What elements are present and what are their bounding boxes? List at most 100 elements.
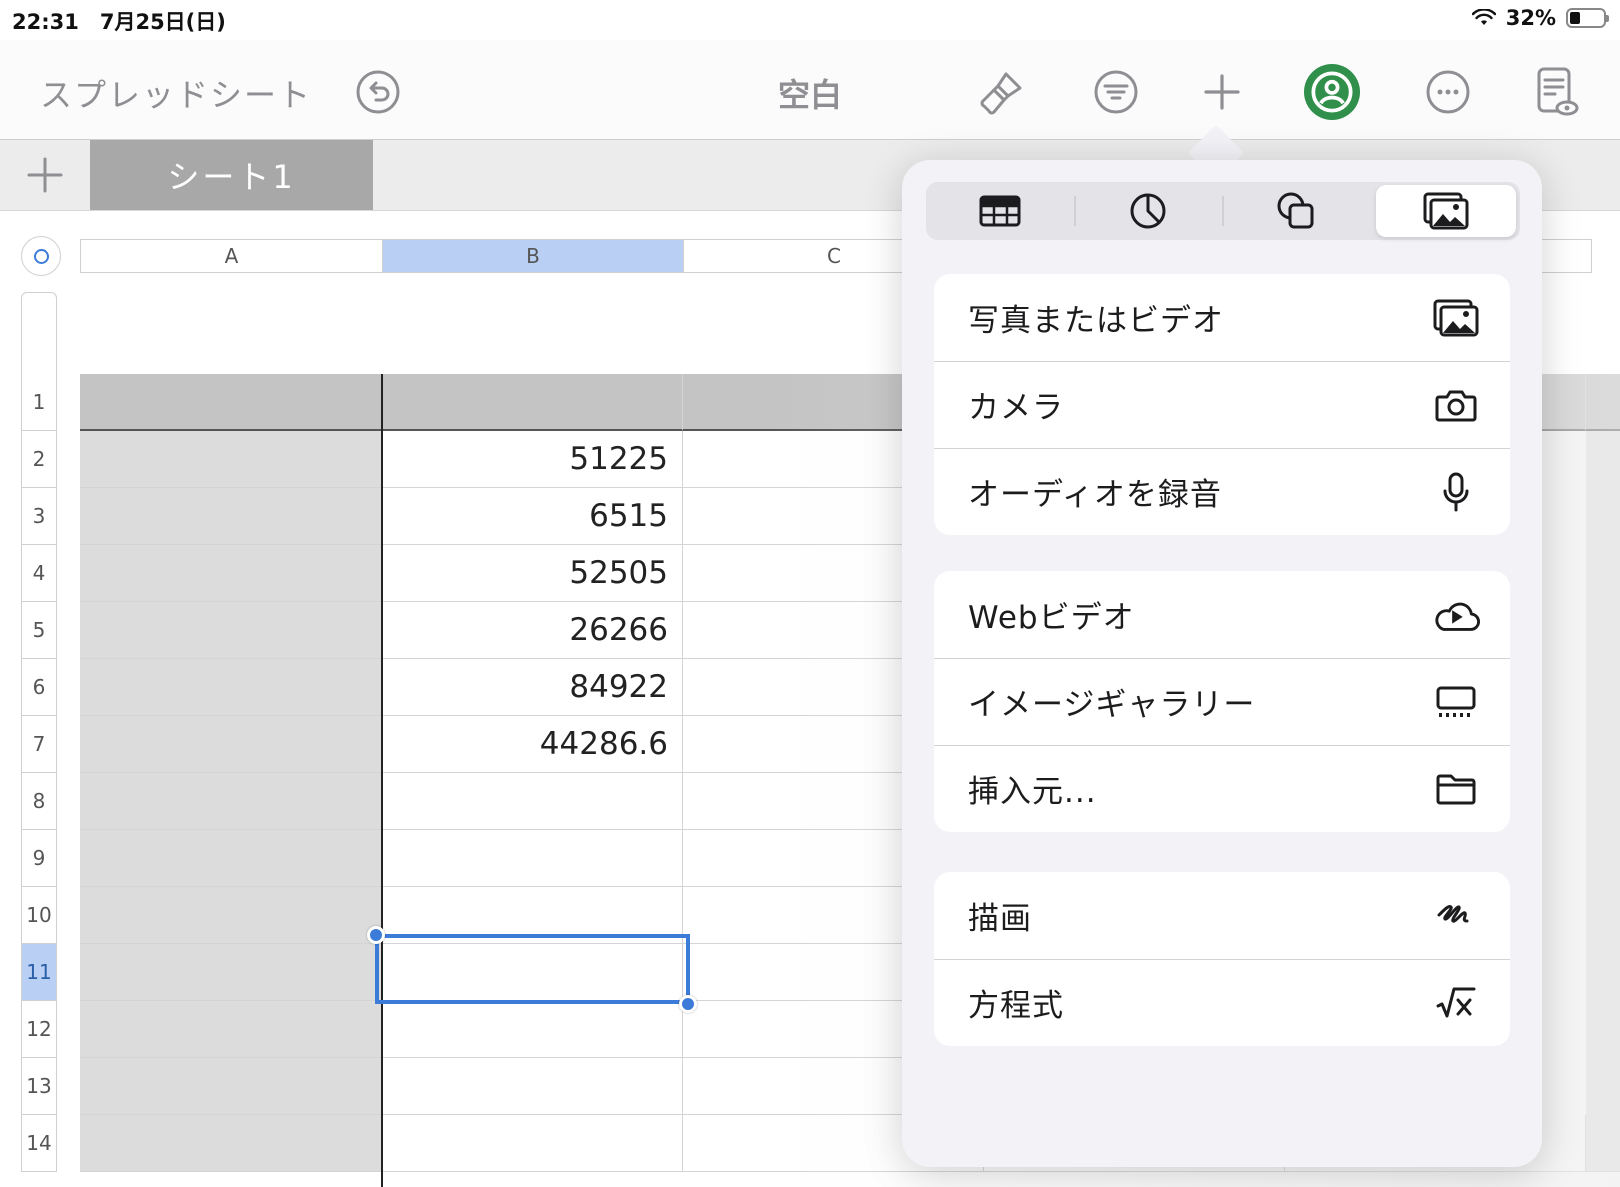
document-title[interactable]: 空白 (778, 70, 842, 116)
menu-item-photo-or-video[interactable]: 写真またはビデオ (934, 274, 1510, 361)
table-cell-b4[interactable]: 52505 (382, 545, 683, 602)
table-cell[interactable] (382, 1001, 683, 1058)
row-header[interactable]: 5 (21, 602, 57, 659)
table-cell[interactable] (80, 1001, 382, 1058)
table-cell-b7[interactable]: 44286.6 (382, 716, 683, 773)
table-cell[interactable] (382, 830, 683, 887)
media-group-2: Webビデオ イメージギャラリー 挿入元... (934, 571, 1510, 832)
table-cell[interactable] (382, 1058, 683, 1115)
media-group-3: 描画 方程式 (934, 872, 1510, 1046)
table-cell-b6[interactable]: 84922 (382, 659, 683, 716)
tab-shapes[interactable] (1226, 185, 1366, 237)
menu-item-image-gallery[interactable]: イメージギャラリー (934, 658, 1510, 745)
insert-category-tabs (926, 182, 1520, 240)
table-cell-b2[interactable]: 51225 (382, 431, 683, 488)
row-header[interactable]: 14 (21, 1115, 57, 1172)
row-header[interactable]: 9 (21, 830, 57, 887)
table-cell[interactable] (80, 602, 382, 659)
folder-icon (1432, 765, 1480, 813)
table-cell-b5[interactable]: 26266 (382, 602, 683, 659)
row-header-top (21, 292, 57, 374)
row-header[interactable]: 8 (21, 773, 57, 830)
table-cell[interactable] (80, 374, 382, 431)
table-cell[interactable] (1586, 431, 1620, 1172)
table-cell[interactable] (80, 659, 382, 716)
select-all-button[interactable] (21, 236, 61, 276)
row-header[interactable]: 4 (21, 545, 57, 602)
collaboration-icon[interactable] (1304, 64, 1360, 120)
table-cell[interactable] (80, 1058, 382, 1115)
menu-item-web-video[interactable]: Webビデオ (934, 571, 1510, 658)
segment-divider (1222, 196, 1224, 226)
battery-icon (1566, 8, 1609, 28)
spreadsheets-back-button[interactable]: スプレッドシート (40, 70, 312, 116)
header-column-divider (381, 374, 383, 1187)
table-cell-b3[interactable]: 6515 (382, 488, 683, 545)
table-cell[interactable] (80, 944, 382, 1001)
selected-cell-b11[interactable] (375, 934, 690, 1004)
tab-media[interactable] (1376, 185, 1516, 237)
menu-item-label: カメラ (968, 390, 1064, 426)
row-header[interactable]: 7 (21, 716, 57, 773)
menu-item-camera[interactable]: カメラ (934, 361, 1510, 448)
table-cell[interactable] (80, 716, 382, 773)
equation-icon (1432, 979, 1480, 1027)
plus-icon[interactable] (1194, 64, 1250, 120)
table-cell[interactable] (80, 431, 382, 488)
status-indicators: 32% (1471, 6, 1609, 30)
tab-chart[interactable] (1078, 185, 1218, 237)
menu-item-drawing[interactable]: 描画 (934, 872, 1510, 959)
column-header-b[interactable]: B (382, 239, 684, 273)
gallery-icon (1432, 678, 1480, 726)
menu-item-label: 描画 (968, 901, 1032, 937)
table-icon (979, 195, 1021, 227)
row-header[interactable]: 10 (21, 887, 57, 944)
table-cell[interactable] (80, 773, 382, 830)
add-sheet-button[interactable] (0, 140, 90, 210)
table-cell[interactable] (80, 1115, 382, 1172)
paintbrush-icon[interactable] (974, 64, 1030, 120)
more-icon[interactable] (1420, 64, 1476, 120)
row-header[interactable]: 3 (21, 488, 57, 545)
camera-icon (1432, 381, 1480, 429)
column-header-a[interactable]: A (80, 239, 383, 273)
table-cell[interactable] (382, 374, 683, 431)
table-cell[interactable] (80, 545, 382, 602)
table-cell[interactable] (80, 887, 382, 944)
draw-icon (1432, 892, 1480, 940)
menu-item-label: Webビデオ (968, 600, 1135, 636)
table-cell[interactable] (80, 830, 382, 887)
table-cell[interactable] (1586, 374, 1620, 431)
tab-table[interactable] (930, 185, 1070, 237)
microphone-icon (1432, 468, 1480, 516)
segment-divider (1074, 196, 1076, 226)
toolbar: スプレッドシート 空白 (0, 40, 1620, 140)
row-header[interactable]: 1 (21, 374, 57, 431)
table-cell[interactable] (80, 488, 382, 545)
selection-handle-top-left[interactable] (367, 926, 385, 944)
menu-item-label: イメージギャラリー (968, 687, 1256, 723)
table-cell[interactable] (382, 773, 683, 830)
media-icon (1423, 192, 1469, 230)
tab-sheet1[interactable]: シート1 (90, 140, 373, 210)
menu-item-equation[interactable]: 方程式 (934, 959, 1510, 1046)
menu-item-record-audio[interactable]: オーディオを録音 (934, 448, 1510, 535)
menu-item-label: 写真またはビデオ (968, 303, 1224, 339)
menu-item-insert-from[interactable]: 挿入元... (934, 745, 1510, 832)
status-time: 22:31 7月25日(日) (12, 10, 226, 34)
row-header-selected[interactable]: 11 (21, 944, 57, 1001)
battery-percent: 32% (1505, 6, 1556, 30)
row-header[interactable]: 6 (21, 659, 57, 716)
row-header[interactable]: 12 (21, 1001, 57, 1058)
menu-item-label: 挿入元... (968, 774, 1097, 810)
undo-icon[interactable] (350, 64, 406, 120)
row-header[interactable]: 13 (21, 1058, 57, 1115)
filter-icon[interactable] (1088, 64, 1144, 120)
selection-handle-bottom-right[interactable] (679, 995, 697, 1013)
menu-item-label: オーディオを録音 (968, 477, 1222, 513)
media-group-1: 写真またはビデオ カメラ オーディオを録音 (934, 274, 1510, 535)
row-header[interactable]: 2 (21, 431, 57, 488)
reader-view-icon[interactable] (1528, 64, 1584, 120)
table-cell[interactable] (382, 1115, 683, 1172)
cloud-play-icon (1432, 591, 1480, 639)
